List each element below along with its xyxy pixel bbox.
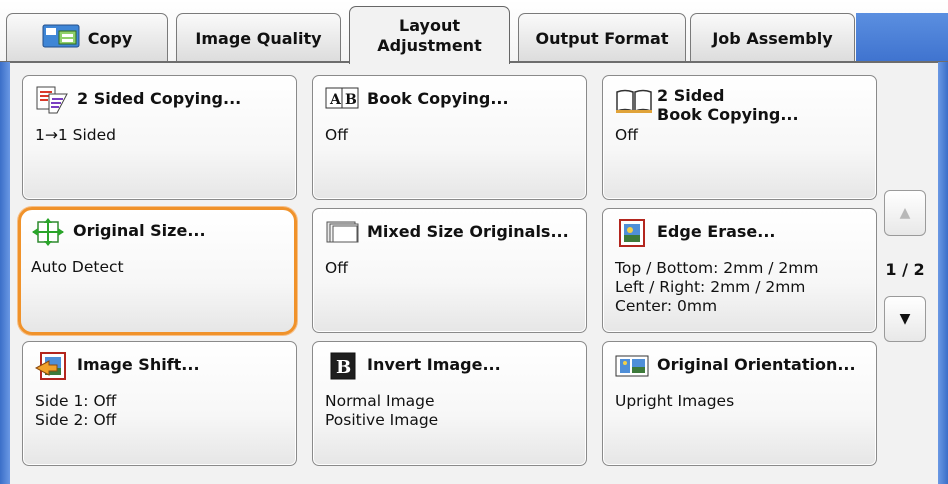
original-orientation-button[interactable]: Original Orientation... Upright Images: [602, 341, 877, 466]
svg-text:B: B: [345, 92, 357, 108]
tab-image-quality-label: Image Quality: [195, 28, 322, 48]
mixed-size-icon: [325, 219, 359, 245]
svg-text:A: A: [329, 92, 342, 108]
right-edge: [938, 62, 948, 484]
mixed-size-originals-title: Mixed Size Originals...: [367, 222, 569, 241]
two-sided-book-copying-value: Off: [615, 126, 638, 144]
invert-image-icon: B: [325, 352, 359, 380]
tab-job-assembly-label: Job Assembly: [712, 28, 833, 48]
book-copying-icon: A B: [325, 86, 359, 112]
copy-screen: Copy Image Quality Layout Adjustment Out…: [0, 0, 948, 484]
original-size-button[interactable]: Original Size... Auto Detect: [18, 207, 297, 335]
mixed-size-originals-value: Off: [325, 259, 348, 277]
two-sided-book-copying-title: 2 Sided Book Copying...: [657, 86, 799, 124]
tab-strip-band: [856, 13, 948, 62]
original-orientation-value: Upright Images: [615, 392, 735, 410]
tab-copy-label: Copy: [87, 28, 133, 48]
two-sided-book-copying-title-1: 2 Sided: [657, 86, 725, 105]
image-shift-value-1: Side 1: Off: [35, 392, 117, 410]
image-shift-icon: [34, 352, 69, 380]
original-orientation-title: Original Orientation...: [657, 355, 856, 374]
two-sided-copying-title: 2 Sided Copying...: [77, 89, 242, 108]
invert-image-value-2: Positive Image: [325, 411, 439, 429]
invert-image-button[interactable]: B Invert Image... Normal Image Positive …: [312, 341, 587, 466]
page-down-arrow-icon: ▼: [899, 311, 911, 327]
tab-output-format-label: Output Format: [535, 28, 669, 48]
image-shift-button[interactable]: Image Shift... Side 1: Off Side 2: Off: [22, 341, 297, 466]
two-sided-copying-button[interactable]: 2 Sided Copying... 1→1 Sided: [22, 75, 297, 200]
page-down-button[interactable]: ▼: [884, 296, 926, 342]
original-size-title: Original Size...: [73, 221, 206, 240]
original-orientation-icon: [615, 352, 649, 378]
two-sided-copying-icon: [35, 86, 69, 114]
two-sided-copying-value: 1→1 Sided: [35, 126, 116, 144]
edge-erase-icon: [615, 219, 649, 247]
edge-erase-value-1: Top / Bottom: 2mm / 2mm: [615, 259, 819, 277]
book-copying-button[interactable]: A B Book Copying... Off: [312, 75, 587, 200]
left-edge: [0, 62, 10, 484]
tab-copy[interactable]: Copy: [6, 13, 168, 62]
copy-icon: [42, 23, 80, 53]
two-sided-book-copying-button[interactable]: 2 Sided Book Copying... Off: [602, 75, 877, 200]
tab-output-format[interactable]: Output Format: [518, 13, 686, 62]
invert-image-title: Invert Image...: [367, 355, 501, 374]
image-shift-value-2: Side 2: Off: [35, 411, 117, 429]
book-copying-title: Book Copying...: [367, 89, 509, 108]
tab-image-quality[interactable]: Image Quality: [176, 13, 341, 62]
open-book-icon: [615, 86, 652, 113]
tab-job-assembly[interactable]: Job Assembly: [690, 13, 855, 62]
edge-erase-title: Edge Erase...: [657, 222, 776, 241]
tab-layout-adjustment-label-2: Adjustment: [377, 35, 482, 55]
tab-layout-adjustment[interactable]: Layout Adjustment: [349, 6, 510, 64]
edge-erase-value-3: Center: 0mm: [615, 297, 718, 315]
tab-layout-adjustment-label-1: Layout: [399, 15, 460, 35]
edge-erase-button[interactable]: Edge Erase... Top / Bottom: 2mm / 2mm Le…: [602, 208, 877, 333]
page-up-arrow-icon: ▲: [899, 205, 911, 221]
original-size-icon: [31, 218, 65, 246]
image-shift-title: Image Shift...: [77, 355, 200, 374]
original-size-value: Auto Detect: [31, 258, 124, 276]
invert-image-value-1: Normal Image: [325, 392, 435, 410]
book-copying-value: Off: [325, 126, 348, 144]
page-up-button[interactable]: ▲: [884, 190, 926, 236]
mixed-size-originals-button[interactable]: Mixed Size Originals... Off: [312, 208, 587, 333]
svg-text:B: B: [336, 357, 351, 378]
two-sided-book-copying-title-2: Book Copying...: [657, 105, 799, 124]
tab-strip: Copy Image Quality Layout Adjustment Out…: [0, 0, 948, 64]
edge-erase-value-2: Left / Right: 2mm / 2mm: [615, 278, 806, 296]
page-indicator: 1 / 2: [885, 260, 925, 279]
